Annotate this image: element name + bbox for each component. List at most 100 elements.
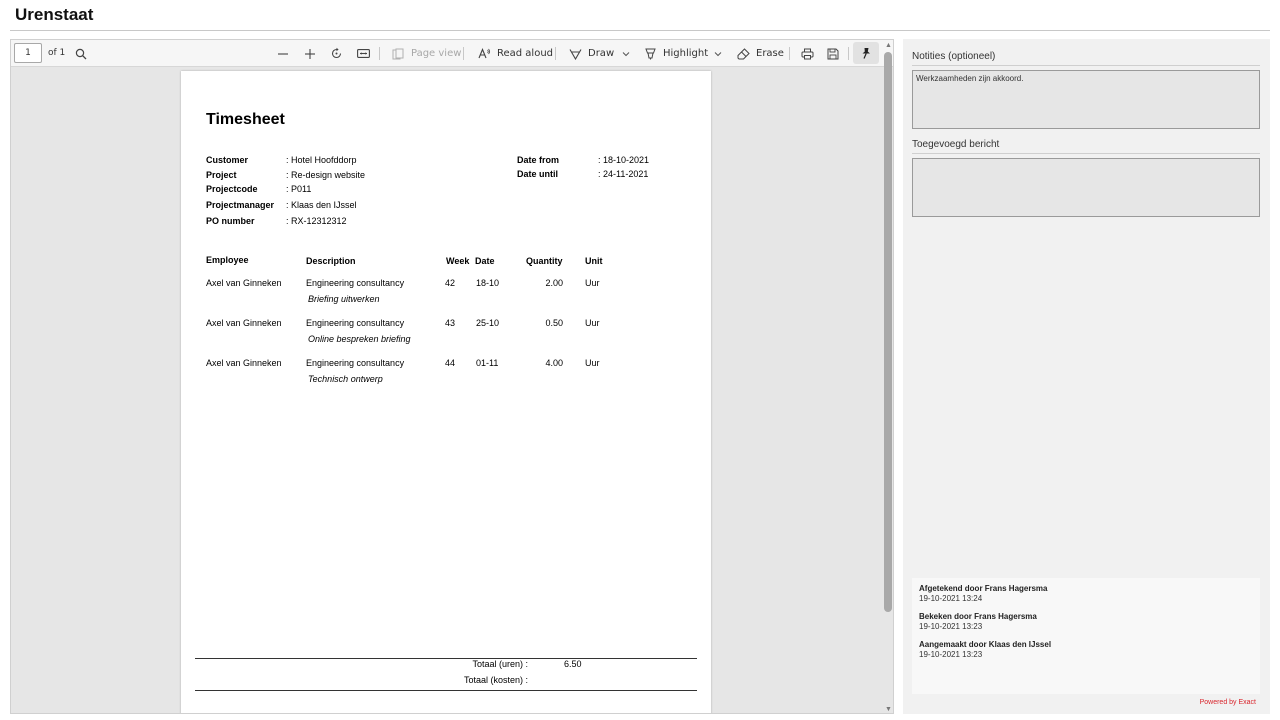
chevron-down-icon <box>711 47 725 61</box>
scroll-down-arrow-icon[interactable]: ▼ <box>885 706 892 713</box>
meta-label: Date from <box>517 155 560 165</box>
minus-icon <box>276 47 290 61</box>
history-date: 19-10-2021 13:24 <box>919 594 983 603</box>
history-title: Afgetekend door Frans Hagersma <box>919 584 1048 593</box>
meta-value: : RX-12312312 <box>286 216 347 226</box>
scroll-up-arrow-icon[interactable]: ▲ <box>885 42 892 49</box>
page-count-label: of 1 <box>48 48 66 58</box>
meta-label: Date until <box>517 169 559 179</box>
notes-divider <box>912 65 1260 66</box>
eraser-icon <box>736 47 750 61</box>
column-header-description: Description <box>306 256 356 266</box>
history-date: 19-10-2021 13:23 <box>919 650 983 659</box>
table-cell-employee: Axel van Ginneken <box>206 358 282 368</box>
table-cell-date: 25-10 <box>476 318 500 328</box>
highlight-options-dropdown[interactable] <box>711 40 725 67</box>
table-cell-date: 18-10 <box>476 278 500 288</box>
column-header-quantity: Quantity <box>526 256 563 266</box>
table-cell-note: Online bespreken briefing <box>308 334 411 344</box>
table-cell-date: 01-11 <box>476 358 499 368</box>
meta-label: Projectmanager <box>206 200 275 210</box>
read-aloud-button[interactable]: Read aloud <box>477 40 553 67</box>
zoom-in-button[interactable] <box>303 40 317 67</box>
meta-value: : 18-10-2021 <box>598 155 650 165</box>
zoom-out-button[interactable] <box>276 40 290 67</box>
fit-width-icon <box>356 47 370 61</box>
find-button[interactable] <box>74 40 88 67</box>
toolbar-divider <box>789 47 790 60</box>
draw-label: Draw <box>588 48 615 59</box>
toolbar-divider <box>379 47 380 60</box>
rotate-button[interactable] <box>329 40 343 67</box>
table-cell-unit: Uur <box>585 278 600 288</box>
draw-options-dropdown[interactable] <box>619 40 633 67</box>
read-aloud-icon <box>477 47 491 61</box>
list-item: Bekeken door Frans Hagersma 19-10-2021 1… <box>919 612 1037 631</box>
erase-button[interactable]: Erase <box>736 40 784 67</box>
message-field[interactable] <box>912 158 1260 217</box>
column-header-unit: Unit <box>585 256 603 266</box>
document-title: Timesheet <box>206 111 285 128</box>
column-header-week: Week <box>446 256 470 266</box>
table-cell-note: Technisch ontwerp <box>308 374 383 384</box>
meta-value: : P011 <box>286 184 312 194</box>
page-view-button[interactable]: Page view <box>391 40 461 67</box>
meta-label: PO number <box>206 216 255 226</box>
read-aloud-label: Read aloud <box>497 48 554 59</box>
column-header-employee: Employee <box>206 255 249 265</box>
fit-width-button[interactable] <box>356 40 370 67</box>
table-cell-unit: Uur <box>585 318 600 328</box>
meta-label: Customer <box>206 155 249 165</box>
page-view-icon <box>391 47 405 61</box>
print-button[interactable] <box>800 40 814 67</box>
meta-value: : Klaas den IJssel <box>286 200 357 210</box>
viewer-scrollbar[interactable]: ▲ ▼ <box>882 42 893 713</box>
page-header: Urenstaat <box>0 0 1280 32</box>
history-title: Bekeken door Frans Hagersma <box>919 612 1037 621</box>
notes-label: Notities (optioneel) <box>912 51 996 62</box>
page-view-label: Page view <box>411 48 462 59</box>
table-cell-quantity: 0.50 <box>545 318 563 328</box>
total-cost-label: Totaal (kosten) : <box>463 675 528 685</box>
chevron-down-icon <box>619 47 633 61</box>
total-hours-label: Totaal (uren) : <box>472 659 528 669</box>
table-cell-description: Engineering consultancy <box>306 358 405 368</box>
search-icon <box>74 47 88 61</box>
pin-toolbar-button[interactable] <box>853 42 879 64</box>
table-cell-quantity: 2.00 <box>545 278 563 288</box>
meta-value: : Hotel Hoofddorp <box>286 155 357 165</box>
history-date: 19-10-2021 13:23 <box>919 622 983 631</box>
rotate-icon <box>329 47 343 61</box>
list-item: Aangemaakt door Klaas den IJssel 19-10-2… <box>919 640 1051 659</box>
draw-button[interactable]: Draw <box>568 40 614 67</box>
header-divider <box>10 30 1270 31</box>
table-cell-description: Engineering consultancy <box>306 278 405 288</box>
printer-icon <box>800 47 814 61</box>
powered-by-label: Powered by Exact <box>1199 699 1256 706</box>
page-number-input[interactable]: 1 <box>14 43 42 63</box>
message-label: Toegevoegd bericht <box>912 139 1000 150</box>
plus-icon <box>303 47 317 61</box>
totals-divider <box>195 690 697 691</box>
pin-icon <box>859 46 873 60</box>
highlight-button[interactable]: Highlight <box>643 40 708 67</box>
table-cell-employee: Axel van Ginneken <box>206 318 282 328</box>
message-divider <box>912 153 1260 154</box>
side-panel: Notities (optioneel) Werkzaamheden zijn … <box>903 39 1270 714</box>
table-cell-quantity: 4.00 <box>545 358 563 368</box>
table-cell-unit: Uur <box>585 358 600 368</box>
highlighter-icon <box>643 47 657 61</box>
page-title: Urenstaat <box>15 5 94 24</box>
total-hours-value: 6.50 <box>564 659 582 669</box>
scroll-thumb[interactable] <box>884 52 892 612</box>
highlight-label: Highlight <box>663 48 709 59</box>
save-button[interactable] <box>826 40 840 67</box>
table-cell-description: Engineering consultancy <box>306 318 405 328</box>
toolbar-divider <box>555 47 556 60</box>
meta-value: : Re-design website <box>286 170 366 180</box>
pdf-viewer: 1 of 1 Page view Read aloud Draw Highlig… <box>10 39 894 714</box>
toolbar-divider <box>848 47 849 60</box>
notes-field[interactable]: Werkzaamheden zijn akkoord. <box>912 70 1260 129</box>
save-icon <box>826 47 840 61</box>
table-cell-week: 42 <box>445 278 456 288</box>
